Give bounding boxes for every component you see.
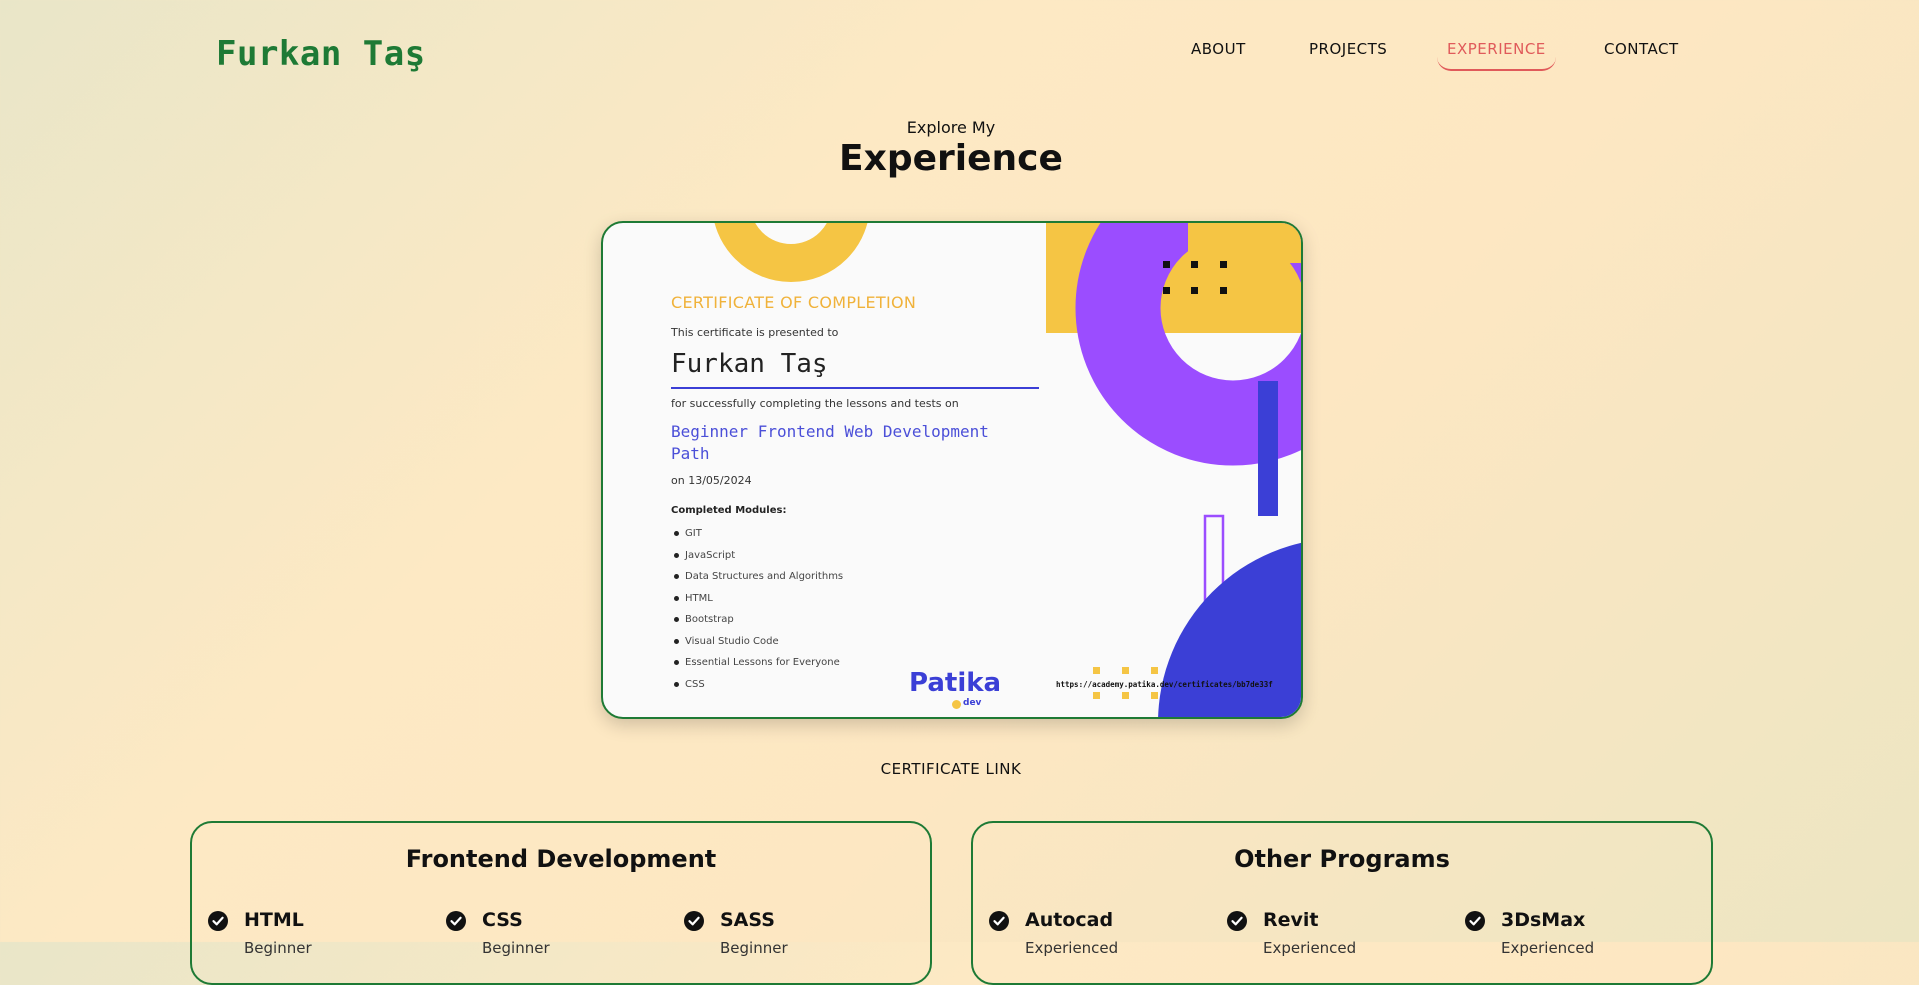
nav-about[interactable]: ABOUT	[1191, 38, 1246, 68]
skill-name: Revit	[1263, 909, 1319, 931]
section-subtitle: Explore My	[906, 118, 996, 137]
nav-projects[interactable]: PROJECTS	[1309, 38, 1387, 68]
certificate-url: https://academy.patika.dev/certificates/…	[1056, 680, 1273, 689]
check-circle-icon	[446, 911, 466, 931]
certificate-link[interactable]: CERTIFICATE LINK	[0, 760, 1902, 778]
top-nav: ABOUT PROJECTS EXPERIENCE CONTACT	[0, 38, 1919, 71]
certificate-modules-list: GIT JavaScript Data Structures and Algor…	[671, 523, 843, 695]
module-item: JavaScript	[671, 545, 843, 567]
certificate-recipient-name: Furkan Taş	[671, 349, 1039, 389]
module-item: Visual Studio Code	[671, 631, 843, 653]
patika-logo-sub: dev	[963, 698, 982, 708]
module-item: CSS	[671, 674, 843, 696]
other-programs-panel: Other Programs Autocad Experienced Revit…	[971, 821, 1713, 985]
check-circle-icon	[1465, 911, 1485, 931]
certificate-modules-label: Completed Modules:	[671, 505, 787, 516]
certificate-for-text: for successfully completing the lessons …	[671, 397, 959, 410]
skill-name: CSS	[482, 909, 523, 931]
certificate-date: on 13/05/2024	[671, 474, 752, 487]
module-item: Essential Lessons for Everyone	[671, 652, 843, 674]
module-item: GIT	[671, 523, 843, 545]
skill-name: SASS	[720, 909, 775, 931]
panel-title: Frontend Development	[405, 845, 717, 873]
certificate-presented-text: This certificate is presented to	[671, 326, 839, 339]
check-circle-icon	[1227, 911, 1247, 931]
certificate-heading: CERTIFICATE OF COMPLETION	[671, 293, 917, 312]
certificate-course-title: Beginner Frontend Web Development Path	[671, 422, 989, 463]
module-item: HTML	[671, 588, 843, 610]
nav-contact[interactable]: CONTACT	[1604, 38, 1679, 68]
patika-dot-icon	[952, 700, 961, 709]
section-title: Experience	[839, 138, 1063, 179]
nav-experience[interactable]: EXPERIENCE	[1437, 38, 1556, 71]
frontend-panel: Frontend Development HTML Beginner CSS B…	[190, 821, 932, 985]
skill-name: 3DsMax	[1501, 909, 1586, 931]
check-circle-icon	[989, 911, 1009, 931]
check-circle-icon	[684, 911, 704, 931]
check-circle-icon	[208, 911, 228, 931]
panel-title: Other Programs	[1234, 845, 1450, 873]
certificate-image[interactable]: CERTIFICATE OF COMPLETION This certifica…	[601, 221, 1303, 719]
skill-name: HTML	[244, 909, 304, 931]
module-item: Data Structures and Algorithms	[671, 566, 843, 588]
skill-name: Autocad	[1025, 909, 1114, 931]
module-item: Bootstrap	[671, 609, 843, 631]
patika-logo: Patika	[909, 668, 1002, 698]
